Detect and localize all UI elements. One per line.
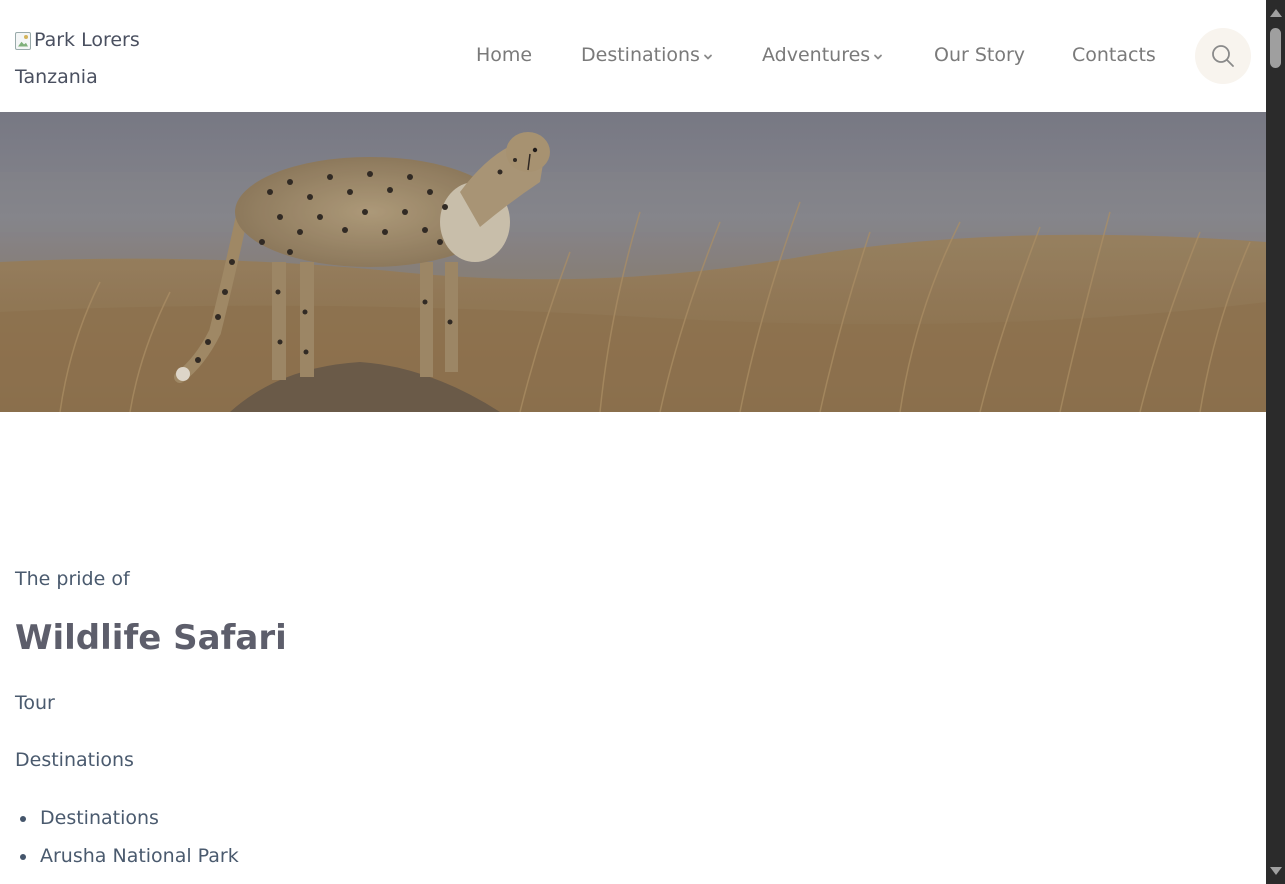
site-header: Park Lorers Tanzania Home Destinations A… [0,0,1266,112]
scroll-down-arrow-icon[interactable] [1270,867,1282,875]
main-nav: Home Destinations Adventures Our Story C… [0,0,1266,112]
list-item-label: Destinations [40,807,159,829]
page-title: Wildlife Safari [15,618,287,658]
nav-home-label: Home [476,44,533,66]
nav-adventures-label: Adventures [762,44,871,66]
search-button[interactable] [1195,28,1251,84]
hero-banner [0,112,1266,412]
scroll-up-arrow-icon[interactable] [1270,9,1282,17]
nav-destinations-label: Destinations [581,44,700,66]
list-item[interactable]: Arusha National Park [15,844,239,882]
nav-destinations[interactable]: Destinations [581,44,713,66]
nav-home[interactable]: Home [476,44,532,66]
tour-label: Tour [15,692,55,714]
vertical-scrollbar[interactable] [1266,0,1285,884]
list-item-label: Arusha National Park [40,845,239,867]
nav-our-story-label: Our Story [934,44,1026,66]
hero-cheetah-image [0,112,1266,412]
destinations-heading: Destinations [15,749,134,771]
list-item[interactable]: Destinations [15,806,239,844]
scrollbar-thumb[interactable] [1270,28,1281,68]
chevron-down-icon [704,54,712,60]
nav-contacts[interactable]: Contacts [1072,44,1156,66]
nav-adventures[interactable]: Adventures [762,44,883,66]
page: Park Lorers Tanzania Home Destinations A… [0,0,1266,884]
hero-kicker: The pride of [15,568,130,590]
breadcrumb-list: Destinations Arusha National Park [15,806,239,882]
nav-our-story[interactable]: Our Story [934,44,1025,66]
chevron-down-icon [874,54,883,60]
search-icon [1212,45,1234,67]
nav-contacts-label: Contacts [1072,44,1156,66]
